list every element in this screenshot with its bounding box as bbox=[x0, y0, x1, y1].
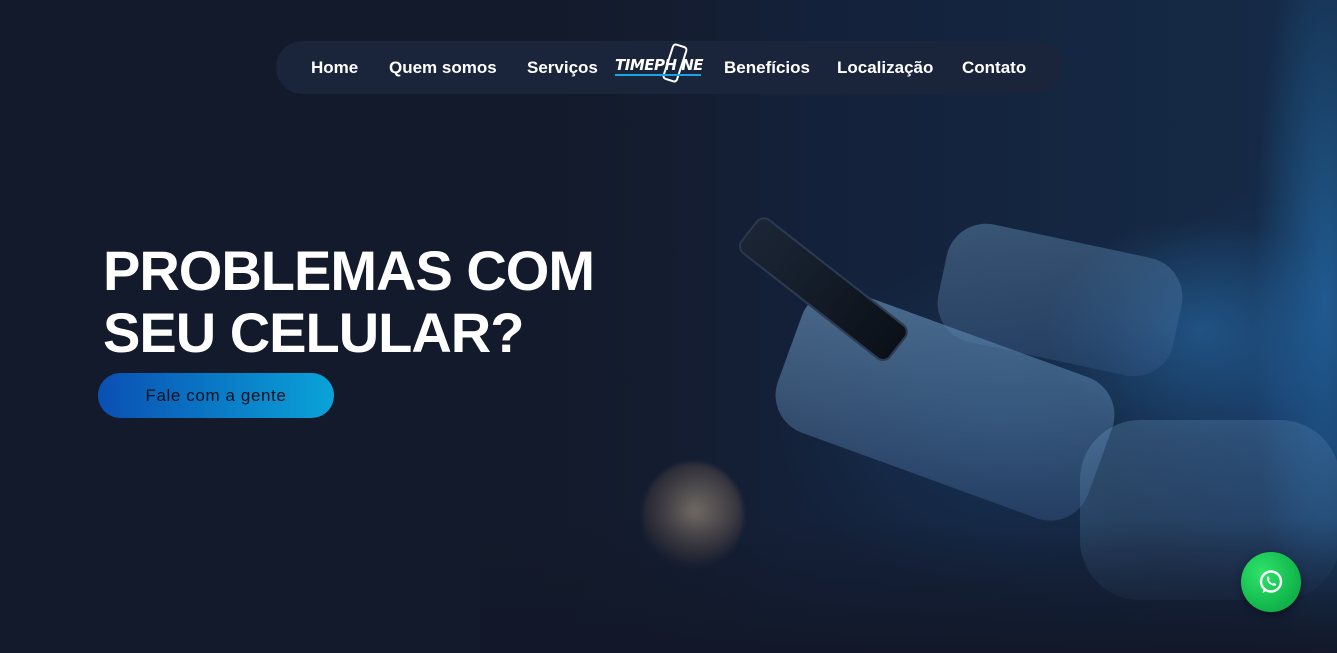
photo-fade-bottom bbox=[480, 520, 1337, 653]
nav-link-home[interactable]: Home bbox=[311, 41, 358, 94]
logo-text: TIMEPH NE bbox=[615, 56, 704, 74]
headline-line-1: PROBLEMAS COM bbox=[103, 239, 595, 302]
main-navigation: Home Quem somos Serviços TIMEPH NE Benef… bbox=[276, 41, 1063, 94]
contact-cta-button[interactable]: Fale com a gente bbox=[98, 373, 334, 418]
hero-section: Home Quem somos Serviços TIMEPH NE Benef… bbox=[0, 0, 1337, 653]
whatsapp-icon bbox=[1259, 570, 1283, 593]
hero-headline: PROBLEMAS COM SEU CELULAR? bbox=[103, 240, 663, 364]
nav-link-localizacao[interactable]: Localização bbox=[837, 41, 933, 94]
brand-logo[interactable]: TIMEPH NE bbox=[613, 41, 705, 94]
nav-link-servicos[interactable]: Serviços bbox=[527, 41, 598, 94]
logo-underline bbox=[615, 74, 701, 76]
nav-link-contato[interactable]: Contato bbox=[962, 41, 1026, 94]
nav-link-beneficios[interactable]: Benefícios bbox=[724, 41, 810, 94]
headline-line-2: SEU CELULAR? bbox=[103, 301, 524, 364]
whatsapp-button[interactable] bbox=[1241, 552, 1301, 612]
nav-link-quem-somos[interactable]: Quem somos bbox=[389, 41, 497, 94]
